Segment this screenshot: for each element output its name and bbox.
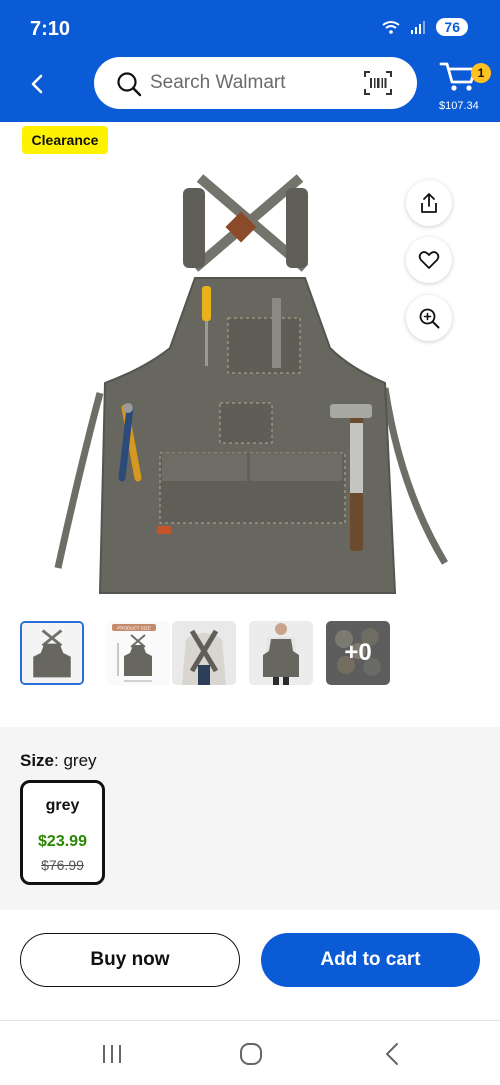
thumbnail-2-product-size[interactable]: PRODUCT SIZE xyxy=(106,621,170,685)
cart-count-badge: 1 xyxy=(471,63,491,83)
size-option-price: $23.99 xyxy=(38,833,87,850)
thumbnail-product-size-label: PRODUCT SIZE xyxy=(117,626,150,631)
search-bar[interactable] xyxy=(94,57,417,109)
search-icon xyxy=(117,72,142,97)
share-button[interactable] xyxy=(406,180,452,226)
more-images-count: +0 xyxy=(344,639,372,666)
size-label-title: Size xyxy=(20,751,55,770)
zoom-icon xyxy=(419,308,440,329)
cart-button[interactable]: 1 $107.34 xyxy=(437,58,491,118)
thumbnail-3[interactable] xyxy=(172,621,236,685)
recent-apps-icon[interactable] xyxy=(100,1043,124,1065)
size-option-was-price: $76.99 xyxy=(41,857,84,873)
size-label: Size: grey xyxy=(20,751,97,771)
search-input[interactable] xyxy=(150,69,350,97)
zoom-button[interactable] xyxy=(406,295,452,341)
top-header: 7:10 76 Search Walmart 1 $107.34 xyxy=(0,0,500,122)
apron-product-image[interactable] xyxy=(50,168,450,608)
cart-total: $107.34 xyxy=(439,100,479,112)
back-icon[interactable] xyxy=(383,1042,401,1066)
battery-indicator: 76 xyxy=(436,18,468,36)
signal-icon xyxy=(411,21,426,34)
heart-icon xyxy=(418,251,440,269)
status-bar: 7:10 76 xyxy=(0,0,500,56)
add-to-cart-button[interactable]: Add to cart xyxy=(261,933,480,987)
thumbnail-5-more[interactable]: +0 xyxy=(326,621,390,685)
system-navigation-bar xyxy=(0,1021,500,1085)
thumbnail-1[interactable] xyxy=(20,621,84,685)
buy-now-button[interactable]: Buy now xyxy=(20,933,240,987)
size-option-grey[interactable]: grey $23.99 $76.99 xyxy=(20,780,105,885)
size-selector-section: Size: grey grey $23.99 $76.99 xyxy=(0,727,500,910)
status-icons: 76 xyxy=(382,18,468,36)
wifi-icon xyxy=(382,21,401,34)
thumbnail-strip: PRODUCT SIZE +0 xyxy=(20,621,400,687)
barcode-scan-icon[interactable] xyxy=(363,70,393,96)
status-time: 7:10 xyxy=(30,18,71,40)
thumbnail-4[interactable] xyxy=(249,621,313,685)
size-selected-value: : grey xyxy=(54,751,97,770)
home-icon[interactable] xyxy=(239,1042,263,1066)
size-option-name: grey xyxy=(45,797,80,814)
back-arrow-icon[interactable] xyxy=(24,70,52,98)
share-icon xyxy=(421,193,437,213)
favorite-button[interactable] xyxy=(406,237,452,283)
clearance-badge: Clearance xyxy=(22,126,108,154)
